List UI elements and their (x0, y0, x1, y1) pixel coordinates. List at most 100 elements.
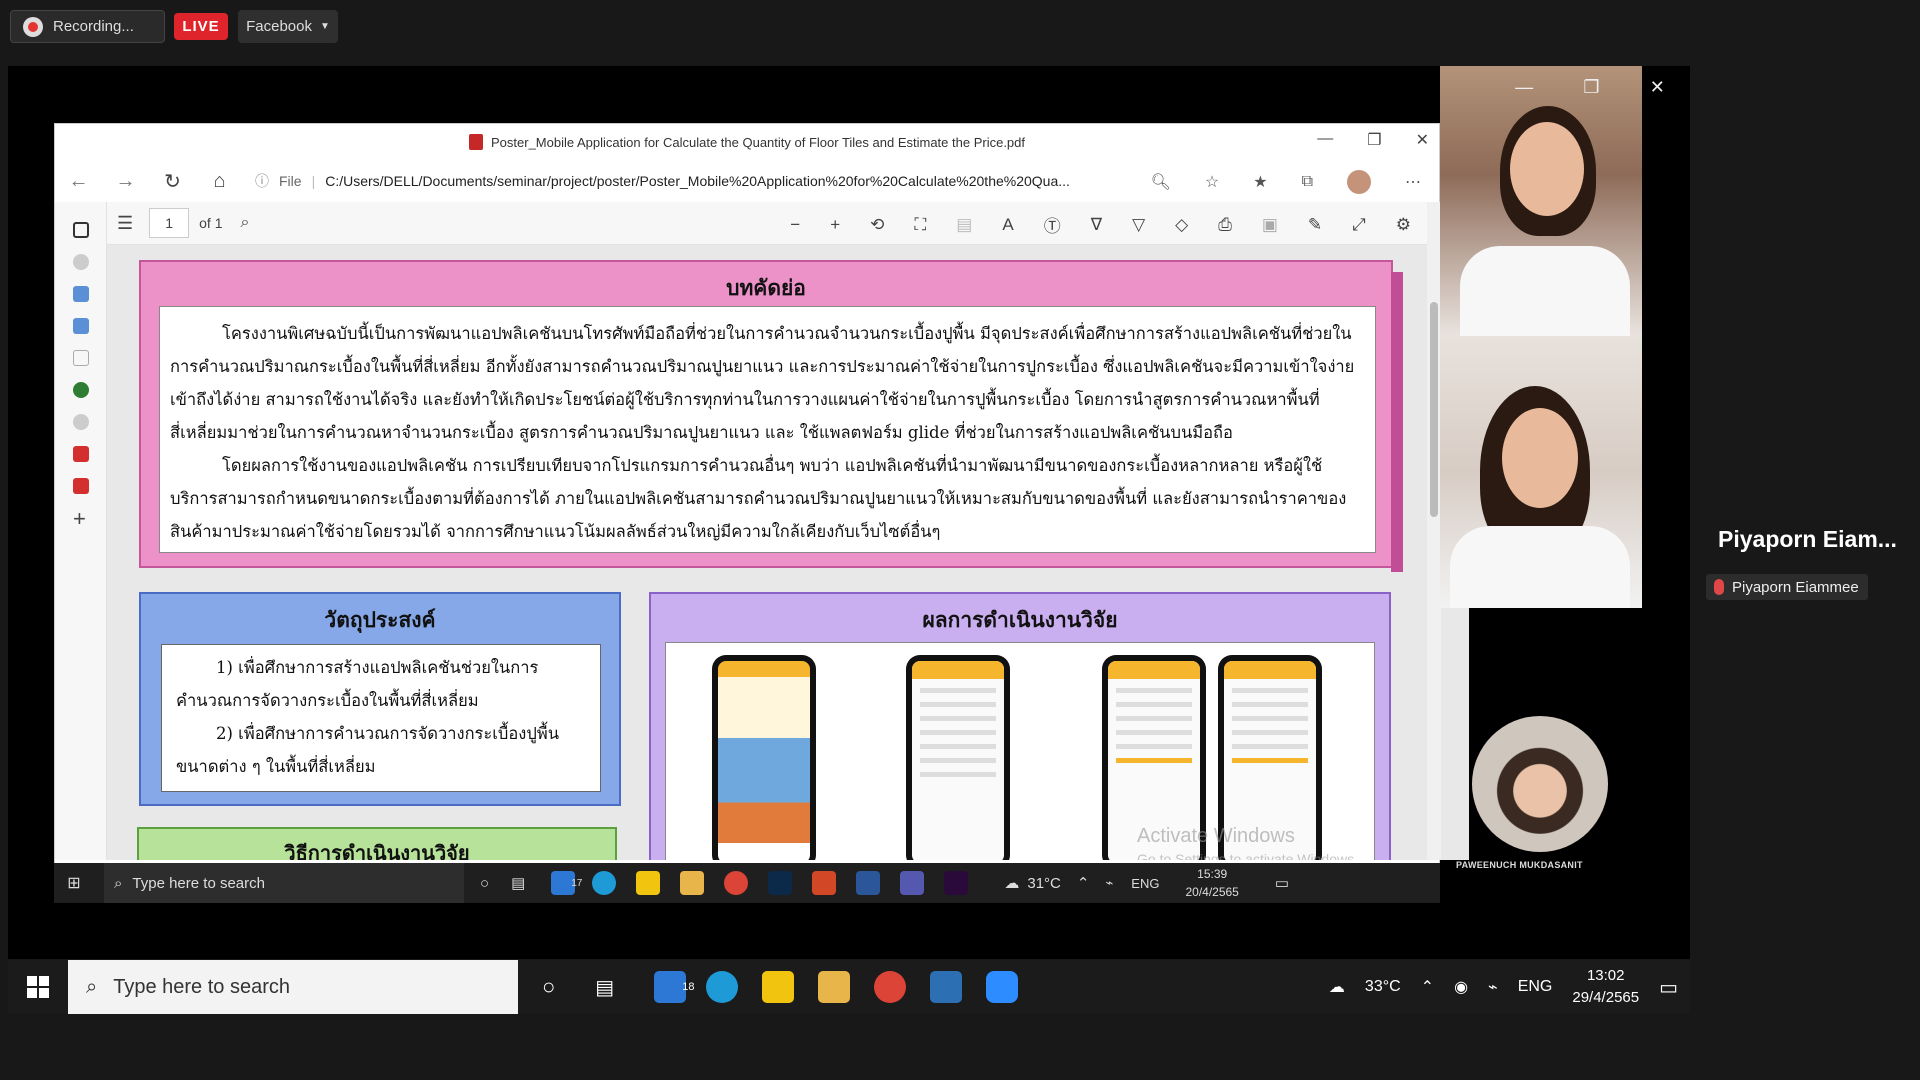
abstract-paragraph-1: โครงงานพิเศษฉบับนี้เป็นการพัฒนาแอปพลิเคช… (170, 324, 1355, 442)
task-view-icon[interactable]: ▤ (595, 975, 614, 1000)
pdf-icon[interactable] (73, 446, 89, 462)
restore-icon[interactable]: ❐ (1583, 77, 1599, 98)
stream-target-dropdown[interactable]: Facebook ▼ (238, 10, 338, 43)
favorites-icon[interactable]: ★ (1253, 172, 1267, 192)
shared-clock[interactable]: 15:39 20/4/2565 (1185, 865, 1238, 901)
zoom-icon[interactable] (986, 971, 1019, 1003)
text-icon[interactable]: Ⓣ (1044, 212, 1061, 237)
notification-icon[interactable]: ▭ (1275, 874, 1289, 892)
save-as-icon[interactable]: ✎ (1308, 215, 1322, 235)
participant-video-2[interactable] (1440, 336, 1642, 608)
sidebar-app-icon[interactable] (73, 414, 89, 430)
close-icon[interactable]: ✕ (1650, 77, 1665, 98)
mail-badge: 18 (682, 981, 695, 993)
video-app-icon[interactable] (930, 971, 963, 1003)
weather-icon[interactable]: ☁ (1004, 874, 1019, 892)
taskbar-search-box[interactable]: ⌕ Type here to search (68, 960, 518, 1014)
zoom-in-icon[interactable]: + (830, 215, 840, 235)
store-icon[interactable] (762, 971, 795, 1003)
windows-start-icon[interactable]: ⊞ (54, 873, 94, 893)
notification-icon[interactable]: ▭ (1659, 975, 1678, 1000)
premiere-icon[interactable] (944, 871, 969, 895)
network-icon[interactable]: ⌁ (1488, 977, 1498, 997)
minimize-icon[interactable]: — (1317, 130, 1333, 150)
file-explorer-icon[interactable] (818, 971, 851, 1003)
mail-badge: 17 (571, 877, 583, 889)
collections-icon[interactable]: ⧉ (1302, 173, 1313, 191)
windows-start-icon[interactable] (8, 976, 68, 998)
edge-icon[interactable] (706, 971, 739, 1003)
chrome-icon[interactable] (874, 971, 907, 1003)
globe-icon[interactable] (73, 382, 89, 398)
word-icon[interactable] (73, 318, 89, 334)
participant-label-name: Piyaporn Eiammee (1732, 578, 1859, 596)
store-icon[interactable] (636, 871, 661, 895)
recording-label: Recording... (53, 18, 134, 35)
zoom-icon[interactable]: 🔍︎ (1151, 172, 1171, 192)
edge-icon[interactable] (592, 871, 617, 895)
phone-screenshot (906, 655, 1010, 860)
forward-icon[interactable]: → (102, 170, 149, 193)
more-options-icon[interactable]: ⋯ (1405, 172, 1421, 192)
contents-icon[interactable]: ☰ (117, 213, 133, 234)
participant-label: Piyaporn Eiammee (1706, 574, 1868, 600)
highlight-icon[interactable]: ▽ (1132, 215, 1145, 235)
tray-chevron-icon[interactable]: ⌃ (1421, 977, 1434, 997)
weather-icon[interactable]: ☁ (1329, 977, 1345, 997)
add-icon[interactable]: + (73, 506, 86, 532)
settings-icon[interactable]: ⚙ (1396, 215, 1411, 235)
fit-page-icon[interactable]: ⛶ (914, 215, 926, 235)
participant-avatar-name: PAWEENUCH MUKDASANIT (1456, 860, 1583, 870)
page-view-icon[interactable]: ▤ (956, 215, 972, 235)
photoshop-icon[interactable] (768, 871, 793, 895)
task-view-icon[interactable]: ▤ (511, 874, 525, 892)
abstract-title: บทคัดย่อ (726, 275, 806, 300)
shared-search-box[interactable]: ⌕ Type here to search (104, 863, 464, 903)
page-number-input[interactable]: 1 (149, 208, 190, 238)
rotate-icon[interactable]: ⟲ (870, 215, 884, 235)
shared-date: 20/4/2565 (1185, 885, 1239, 899)
fullscreen-icon[interactable]: ⤢ (1352, 215, 1366, 235)
minimize-icon[interactable]: — (1515, 77, 1533, 98)
shared-lang[interactable]: ENG (1131, 876, 1159, 891)
document-icon[interactable] (73, 350, 89, 366)
read-aloud-icon[interactable]: A (1002, 215, 1013, 235)
record-icon[interactable]: ◉ (1454, 977, 1468, 997)
scrollbar-thumb[interactable] (1430, 302, 1438, 517)
back-icon[interactable]: ← (55, 170, 102, 193)
print-icon[interactable]: ⎙ (1218, 215, 1232, 235)
tab-actions-icon[interactable] (73, 222, 89, 238)
cortana-icon[interactable]: ○ (480, 875, 489, 892)
participant-avatar[interactable] (1472, 716, 1608, 852)
word-icon[interactable] (73, 286, 89, 302)
pdf-icon[interactable] (73, 478, 89, 494)
sidebar-app-icon[interactable] (73, 254, 89, 270)
teams-icon[interactable] (900, 871, 925, 895)
tray-chevron-icon[interactable]: ⌃ (1077, 874, 1090, 892)
vertical-scrollbar[interactable] (1427, 202, 1441, 860)
powerpoint-icon[interactable] (812, 871, 837, 895)
find-icon[interactable]: ⌕ (241, 214, 250, 232)
caret-down-icon: ▼ (319, 21, 330, 32)
save-icon[interactable]: ▣ (1262, 215, 1278, 235)
chrome-icon[interactable] (724, 871, 749, 895)
file-explorer-icon[interactable] (680, 871, 705, 895)
draw-icon[interactable]: ∇ (1091, 215, 1102, 235)
network-icon[interactable]: ⌁ (1105, 875, 1113, 891)
home-icon[interactable]: ⌂ (196, 170, 243, 193)
activate-windows-watermark: Activate Windows (1137, 825, 1295, 847)
profile-avatar[interactable] (1347, 170, 1371, 194)
taskbar-lang[interactable]: ENG (1518, 978, 1553, 996)
eraser-icon[interactable]: ◇ (1175, 215, 1188, 235)
recording-indicator[interactable]: Recording... (10, 10, 165, 43)
address-field[interactable]: ⓘ File | C:/Users/DELL/Documents/seminar… (255, 171, 1070, 191)
taskbar-clock[interactable]: 13:02 29/4/2565 (1572, 965, 1639, 1009)
add-favorite-icon[interactable]: ☆ (1205, 172, 1219, 192)
page-total: of 1 (199, 215, 223, 231)
zoom-out-icon[interactable]: − (790, 215, 800, 235)
close-icon[interactable]: ✕ (1416, 130, 1429, 150)
refresh-icon[interactable]: ↻ (149, 169, 196, 194)
maximize-icon[interactable]: ❐ (1367, 130, 1381, 150)
word-icon[interactable] (856, 871, 881, 895)
cortana-icon[interactable]: ○ (542, 974, 555, 1000)
